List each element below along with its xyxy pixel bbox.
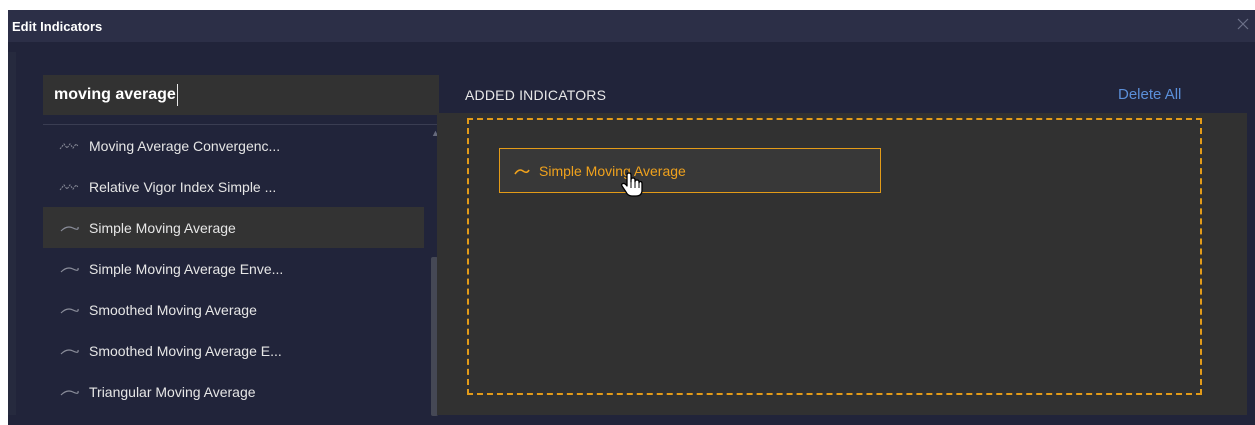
left-edge-strip	[8, 52, 16, 415]
list-item-label: Smoothed Moving Average	[89, 301, 257, 318]
list-item-label: Moving Average Convergenc...	[89, 137, 281, 154]
list-item[interactable]: Moving Average Convergenc...	[43, 125, 424, 166]
added-indicators-heading: ADDED INDICATORS	[465, 87, 607, 103]
list-item[interactable]: Simple Moving Average	[43, 207, 424, 248]
dialog-title: Edit Indicators	[12, 19, 103, 34]
list-item-label: Relative Vigor Index Simple ...	[89, 178, 277, 195]
list-item[interactable]: Simple Moving Average Enve...	[43, 248, 424, 289]
list-item[interactable]: Smoothed Moving Average E...	[43, 330, 424, 371]
list-item-label: Smoothed Moving Average E...	[89, 342, 282, 359]
list-item[interactable]: Triangular Moving Average	[43, 371, 424, 412]
close-icon[interactable]	[1235, 16, 1251, 32]
curve-line-icon	[60, 389, 79, 395]
curve-line-icon	[60, 266, 79, 272]
indicator-results-list: Moving Average Convergenc... Relative Vi…	[43, 124, 439, 416]
list-item-label: Triangular Moving Average	[89, 383, 256, 400]
list-item-label: Simple Moving Average Enve...	[89, 260, 284, 277]
text-caret	[176, 84, 178, 106]
curve-line-icon	[60, 348, 79, 354]
search-input[interactable]: moving average	[43, 75, 439, 115]
curve-line-icon	[60, 307, 79, 313]
delete-all-link[interactable]: Delete All	[1118, 86, 1181, 103]
curve-line-icon	[60, 225, 79, 231]
list-item[interactable]: Relative Vigor Index Simple ...	[43, 166, 424, 207]
zigzag-line-icon	[59, 142, 79, 149]
added-indicator-chip[interactable]: Simple Moving Average	[499, 148, 881, 193]
list-item[interactable]: Smoothed Moving Average	[43, 289, 424, 330]
dialog-titlebar: Edit Indicators	[8, 10, 1255, 42]
added-indicator-label: Simple Moving Average	[539, 162, 686, 179]
zigzag-line-icon	[59, 183, 79, 190]
search-input-value: moving average	[54, 86, 176, 103]
hand-pointer-cursor-icon	[621, 172, 643, 197]
curve-line-icon	[514, 168, 530, 174]
list-item-label: Simple Moving Average	[89, 219, 236, 236]
